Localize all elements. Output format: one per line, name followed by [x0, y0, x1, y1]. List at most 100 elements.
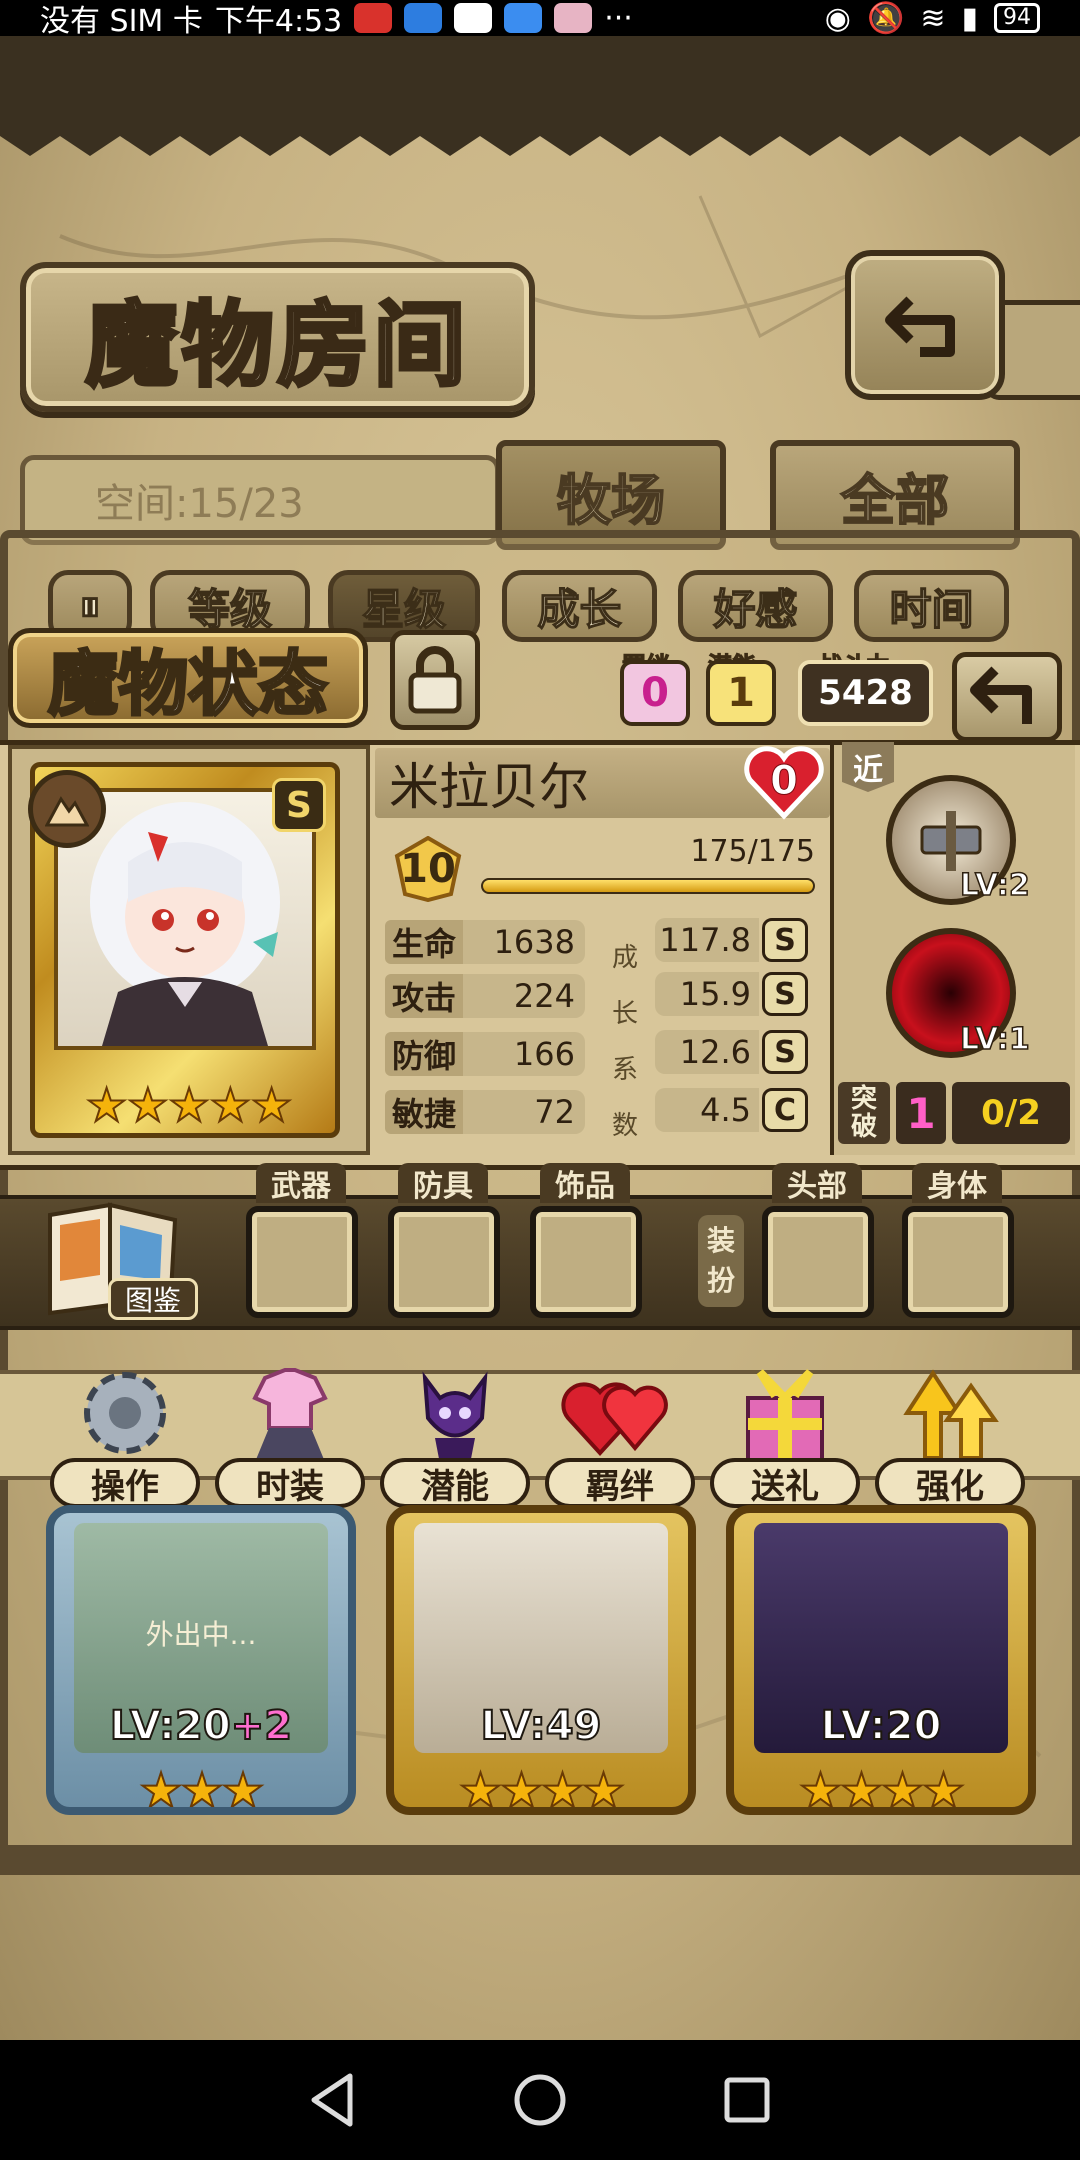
stat-value: 72: [463, 1090, 585, 1134]
skill-1-level: LV:2: [959, 867, 1030, 904]
growth-value-hp: 117.8: [655, 918, 759, 962]
stat-value: 1638: [463, 920, 585, 964]
level-badge: 10: [393, 836, 463, 902]
lock-button[interactable]: [390, 630, 480, 730]
breakthrough-char: 破: [850, 1112, 877, 1142]
stat-value: 166: [463, 1032, 585, 1076]
clock-text: 下午4:53: [214, 4, 343, 39]
exp-bar-fill: [483, 880, 813, 892]
monster-stars: ★★★★★: [85, 1077, 293, 1133]
lock-icon: [408, 646, 462, 714]
body-slot-label: 身体: [912, 1163, 1002, 1204]
monster-status-title: 魔物状态: [47, 640, 330, 726]
bond-value-box: 0: [620, 660, 690, 726]
filter-affection-label: 好感: [713, 584, 799, 635]
action-enhance[interactable]: 强化: [875, 1358, 1025, 1508]
stat-label: 敏捷: [385, 1090, 463, 1134]
action-outfit[interactable]: 时装: [215, 1358, 365, 1508]
attack-range-tag: 近: [842, 742, 894, 792]
square-recents-icon: [724, 2077, 770, 2123]
monster-card-level-bonus: +2: [230, 1702, 293, 1750]
filter-growth[interactable]: 成长: [502, 570, 657, 642]
filter-affection[interactable]: 好感: [678, 570, 833, 642]
eye-icon: ◉: [824, 0, 851, 36]
nav-back-button[interactable]: [303, 2070, 363, 2130]
rank-badge: S: [272, 778, 326, 832]
level-area: 10 175/175: [385, 834, 825, 904]
monster-name: 米拉贝尔: [389, 758, 589, 816]
body-slot[interactable]: [902, 1206, 1014, 1318]
close-status-button[interactable]: [952, 652, 1062, 742]
system-nav-bar: [0, 2040, 1080, 2160]
action-outfit-label: 时装: [215, 1458, 365, 1508]
skill-2-level: LV:1: [959, 1021, 1030, 1058]
more-notifications: ···: [604, 0, 633, 36]
action-bond-label: 羁绊: [545, 1458, 695, 1508]
growth-grade-defense: S: [762, 1030, 808, 1074]
carrier-text: 没有 SIM 卡: [40, 4, 203, 39]
taobao-app-icon: [454, 3, 493, 33]
affection-value: 0: [770, 758, 799, 805]
growth-grade-hp: S: [762, 918, 808, 962]
element-type-badge: [28, 770, 106, 848]
wifi-icon: ≋: [920, 0, 946, 36]
weapon-slot[interactable]: [246, 1206, 358, 1318]
monster-card[interactable]: 外出中... LV:20+2 ★★★: [46, 1505, 356, 1815]
circle-home-icon: [514, 2074, 566, 2126]
breakthrough-row: 突 破 1 0/2: [838, 1082, 1070, 1148]
breakthrough-count[interactable]: 0/2: [952, 1082, 1070, 1144]
monster-card-stars: ★★★★: [458, 1762, 626, 1815]
dressup-label: 装 扮: [698, 1215, 744, 1307]
growth-char: 数: [611, 1111, 638, 1141]
growth-coefficient-label: 成 长 系 数: [610, 930, 640, 1154]
upgrade-arrow-icon: [885, 1358, 1015, 1468]
action-enhance-label: 强化: [875, 1458, 1025, 1508]
potential-value-box: 1: [706, 660, 776, 726]
action-operate[interactable]: 操作: [50, 1358, 200, 1508]
action-operate-label: 操作: [50, 1458, 200, 1508]
nav-home-button[interactable]: [510, 2070, 570, 2130]
action-bond[interactable]: 羁绊: [545, 1358, 695, 1508]
filter-growth-label: 成长: [537, 584, 623, 635]
action-potential[interactable]: 潜能: [380, 1358, 530, 1508]
heart-icon: [555, 1358, 685, 1468]
monster-card-level-text: LV:20: [820, 1702, 943, 1750]
armor-slot[interactable]: [388, 1206, 500, 1318]
breakthrough-value: 1: [896, 1082, 946, 1144]
monster-star-rating: ★★★★★: [85, 1077, 293, 1133]
dressup-char: 扮: [706, 1264, 735, 1297]
tab-all-label: 全部: [840, 467, 950, 533]
growth-char: 成: [611, 943, 638, 973]
monster-card[interactable]: LV:49 ★★★★: [386, 1505, 696, 1815]
level-value: 10: [400, 846, 456, 892]
stat-label: 生命: [385, 920, 463, 964]
growth-value-agility: 4.5: [655, 1088, 759, 1132]
space-capacity-text: 空间:15/23: [95, 481, 304, 527]
box-app-icon: [554, 3, 593, 33]
monster-card-level: LV:20: [734, 1702, 1028, 1750]
action-gift[interactable]: 送礼: [710, 1358, 860, 1508]
breakthrough-label: 突 破: [838, 1082, 890, 1144]
monster-card-status: 外出中...: [145, 1618, 257, 1651]
stat-label: 攻击: [385, 974, 463, 1018]
filter-time[interactable]: 时间: [854, 570, 1009, 642]
sim-icon: ▮: [961, 0, 978, 36]
back-button[interactable]: [845, 250, 1005, 400]
nav-recents-button[interactable]: [717, 2070, 777, 2130]
monster-card-stars: ★★★★: [798, 1762, 966, 1815]
shadow-demon-icon: [390, 1358, 520, 1468]
stat-row-defense: 防御 166: [385, 1030, 585, 1078]
gift-icon: [720, 1358, 850, 1468]
bond-value: 0: [641, 670, 669, 716]
page-title-plate: 魔物房间: [20, 262, 535, 412]
head-slot[interactable]: [762, 1206, 874, 1318]
attack-range: 近: [853, 753, 883, 788]
accessory-slot[interactable]: [530, 1206, 642, 1318]
affection-badge[interactable]: 0: [742, 740, 826, 822]
filter-time-label: 时间: [889, 584, 975, 635]
growth-char: 系: [611, 1055, 638, 1085]
action-potential-label: 潜能: [380, 1458, 530, 1508]
tab-ranch-label: 牧场: [556, 467, 666, 533]
monster-card[interactable]: LV:20 ★★★★: [726, 1505, 1036, 1815]
stat-value: 224: [463, 974, 585, 1018]
